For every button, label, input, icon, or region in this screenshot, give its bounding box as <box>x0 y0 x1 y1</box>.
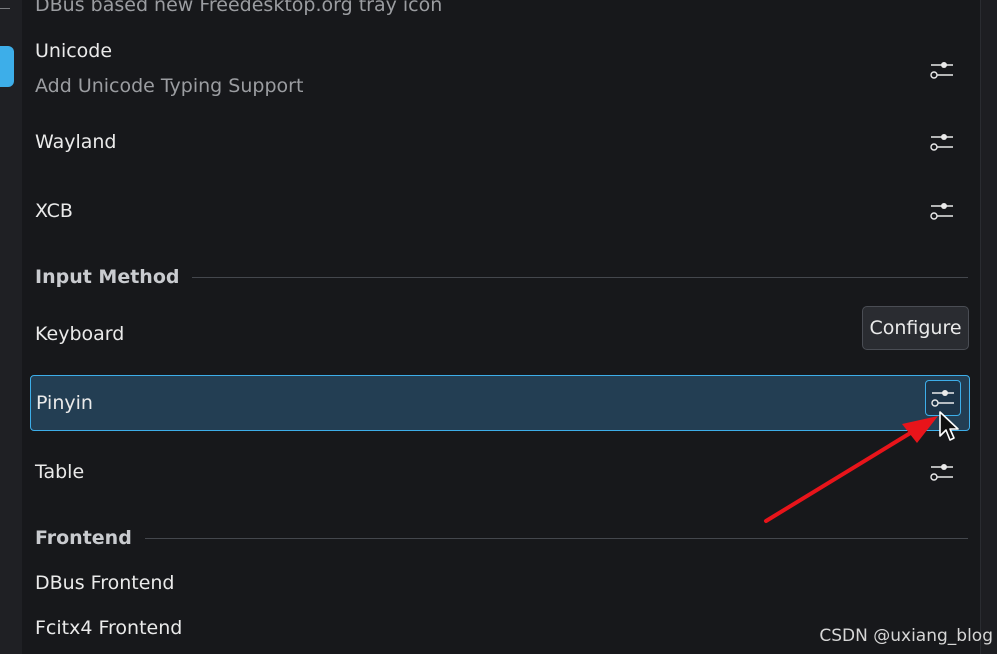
annotation-arrow <box>764 416 938 523</box>
watermark: CSDN @uxiang_blog <box>819 626 993 646</box>
mouse-pointer-icon <box>939 411 959 441</box>
